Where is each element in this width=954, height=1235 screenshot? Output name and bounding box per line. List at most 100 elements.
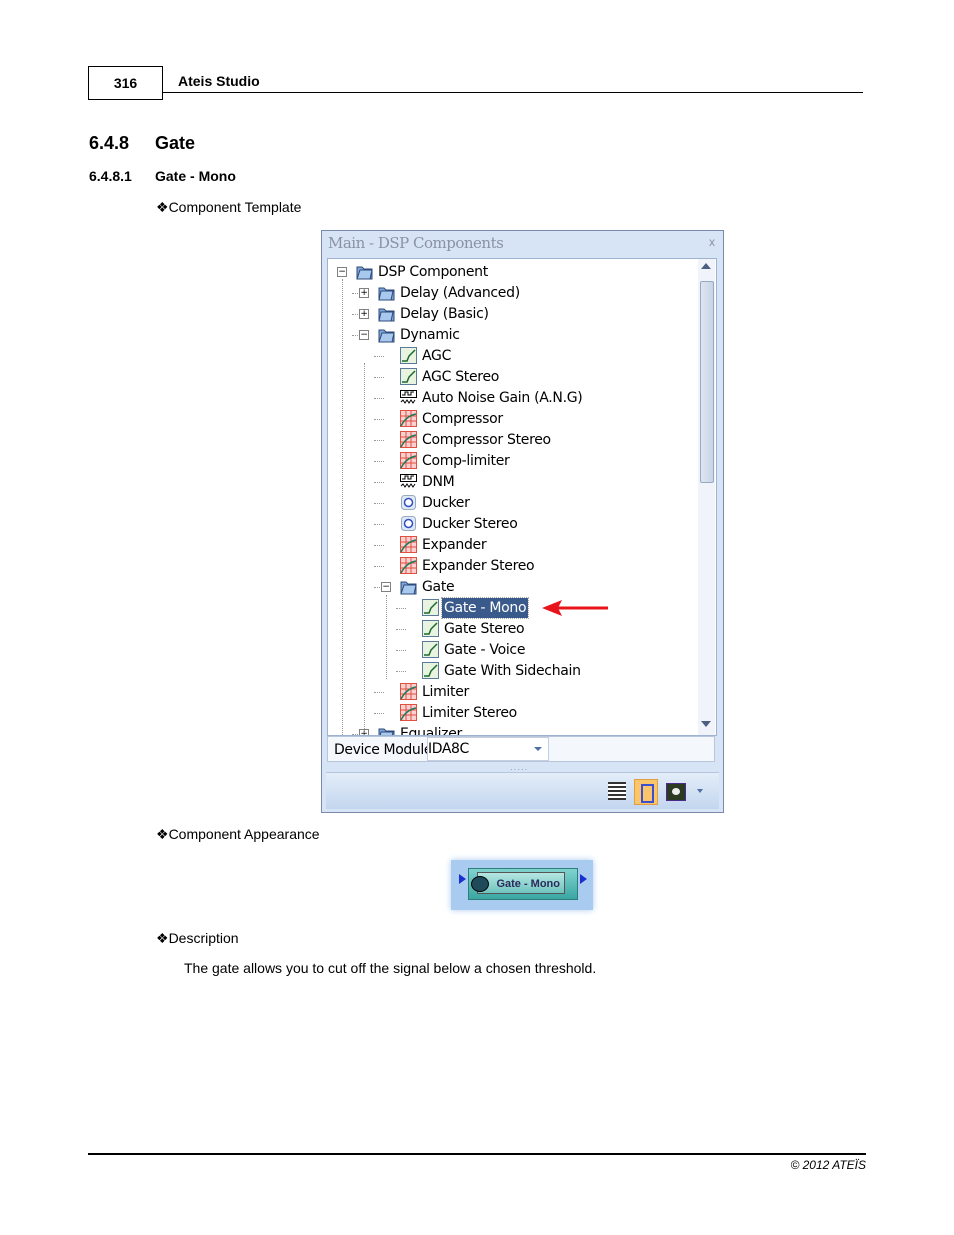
bullet-component-appearance: ❖Component Appearance xyxy=(156,826,320,842)
tree-item-label: Gate With Sidechain xyxy=(444,663,581,679)
gate-icon xyxy=(422,662,439,679)
component-tree[interactable]: + Equalizer Limiter Stereo Limiter Gate With… xyxy=(327,258,717,736)
tree-item-label: Ducker xyxy=(422,495,470,511)
tree-item[interactable]: Gate With Sidechain xyxy=(328,661,696,681)
tree-item[interactable]: Limiter xyxy=(328,682,696,702)
collapse-icon[interactable]: − xyxy=(359,330,369,340)
tree-item[interactable]: + Equalizer xyxy=(328,724,696,736)
tree-item[interactable]: Gate Stereo xyxy=(328,619,696,639)
toolbar-overflow-icon[interactable] xyxy=(697,789,703,796)
collapse-icon[interactable]: − xyxy=(337,267,347,277)
tree-item-label: Compressor xyxy=(422,411,503,427)
vertical-scrollbar[interactable] xyxy=(698,259,715,735)
tree-item[interactable]: Compressor xyxy=(328,409,696,429)
tree-item-label: Gate - Mono xyxy=(440,597,530,619)
folder-open-icon xyxy=(400,578,417,595)
chevron-down-icon xyxy=(534,747,542,751)
output-port-icon xyxy=(580,874,592,884)
device-module-bar: Device Module IDA8C xyxy=(327,736,715,762)
gate-icon xyxy=(422,641,439,658)
tree-item[interactable]: Expander Stereo xyxy=(328,556,696,576)
tree-guide-line xyxy=(374,440,384,441)
subsection-number: 6.4.8.1 xyxy=(89,168,132,184)
tree-guide-line xyxy=(374,461,384,462)
tree-item[interactable]: AGC Stereo xyxy=(328,367,696,387)
tree-item[interactable]: Ducker xyxy=(328,493,696,513)
tree-item[interactable]: + Delay (Basic) xyxy=(328,304,696,324)
tree-guide-line xyxy=(396,671,406,672)
tree-guide-line xyxy=(386,595,387,679)
tree-item[interactable]: − Dynamic xyxy=(328,325,696,345)
tree-guide-line xyxy=(374,356,384,357)
compressor-icon xyxy=(400,704,417,721)
tree-item-label: Expander xyxy=(422,537,487,553)
tree-item[interactable]: Ducker Stereo xyxy=(328,514,696,534)
scroll-down-icon[interactable] xyxy=(701,721,711,727)
image-view-icon[interactable] xyxy=(666,783,686,801)
list-view-icon[interactable] xyxy=(608,782,626,800)
gate-mono-component[interactable]: Gate - Mono xyxy=(451,860,593,910)
bullet-component-template: ❖Component Template xyxy=(156,199,302,215)
tree-item-label: Expander Stereo xyxy=(422,558,535,574)
expand-icon[interactable]: + xyxy=(359,309,369,319)
bullet-icon: ❖ xyxy=(156,930,169,946)
dsp-components-window: Main - DSP Components x + Equalizer Limite… xyxy=(321,230,724,813)
tree-guide-line xyxy=(396,629,406,630)
header-rule xyxy=(162,92,863,93)
tree-guide-line xyxy=(374,482,384,483)
tree-item-label: Delay (Basic) xyxy=(400,306,489,322)
tree-item-label: Equalizer xyxy=(400,726,462,736)
collapse-icon[interactable]: − xyxy=(381,582,391,592)
tree-item[interactable]: Gate - Voice xyxy=(328,640,696,660)
compressor-icon xyxy=(400,557,417,574)
compressor-icon xyxy=(400,431,417,448)
gate-icon xyxy=(400,368,417,385)
ducker-icon xyxy=(400,494,417,511)
section-title: Gate xyxy=(155,133,196,153)
tree-item[interactable]: − DSP Component xyxy=(328,262,696,282)
red-arrow-annotation xyxy=(542,600,608,616)
device-module-label: Device Module xyxy=(334,742,433,758)
bullet-icon: ❖ xyxy=(156,199,169,215)
tree-item[interactable]: + Delay (Advanced) xyxy=(328,283,696,303)
tree-item[interactable]: Comp-limiter xyxy=(328,451,696,471)
tree-item[interactable]: Compressor Stereo xyxy=(328,430,696,450)
folder-icon xyxy=(378,725,395,735)
gate-component-icon xyxy=(471,876,489,892)
tree-guide-line xyxy=(374,419,384,420)
scroll-up-icon[interactable] xyxy=(701,263,711,269)
tree-guide-line xyxy=(374,503,384,504)
bullet-icon: ❖ xyxy=(156,826,169,842)
running-header: Ateis Studio xyxy=(178,73,260,89)
tree-item-label: Gate xyxy=(422,579,455,595)
compressor-icon xyxy=(400,452,417,469)
tree-item-label: AGC Stereo xyxy=(422,369,500,385)
tree-item-label: Auto Noise Gain (A.N.G) xyxy=(422,390,583,406)
tree-item[interactable]: − Gate xyxy=(328,577,696,597)
tree-item-label: Gate Stereo xyxy=(444,621,525,637)
window-title: Main - DSP Components xyxy=(328,234,504,252)
tree-item[interactable]: Auto Noise Gain (A.N.G) xyxy=(328,388,696,408)
gate-icon xyxy=(400,347,417,364)
tree-item-label: AGC xyxy=(422,348,452,364)
tree-item[interactable]: Gate - Mono xyxy=(328,597,696,619)
tree-item-label: Gate - Voice xyxy=(444,642,526,658)
tree-item[interactable]: Limiter Stereo xyxy=(328,703,696,723)
folder-open-icon xyxy=(378,326,395,343)
tree-item[interactable]: DNM xyxy=(328,472,696,492)
tree-item[interactable]: AGC xyxy=(328,346,696,366)
scroll-thumb[interactable] xyxy=(700,281,714,483)
tree-guide-line xyxy=(374,713,384,714)
folder-icon xyxy=(378,305,395,322)
section-number: 6.4.8 xyxy=(89,133,130,153)
device-module-select[interactable]: IDA8C xyxy=(427,737,549,761)
tree-guide-line xyxy=(374,377,384,378)
expand-icon[interactable]: + xyxy=(359,288,369,298)
component-view-icon[interactable] xyxy=(634,779,658,805)
folder-icon xyxy=(378,284,395,301)
close-icon[interactable]: x xyxy=(709,235,715,249)
tree-item[interactable]: Expander xyxy=(328,535,696,555)
tree-guide-line xyxy=(364,363,365,735)
description-text: The gate allows you to cut off the signa… xyxy=(184,960,597,976)
noise-icon xyxy=(400,389,417,406)
